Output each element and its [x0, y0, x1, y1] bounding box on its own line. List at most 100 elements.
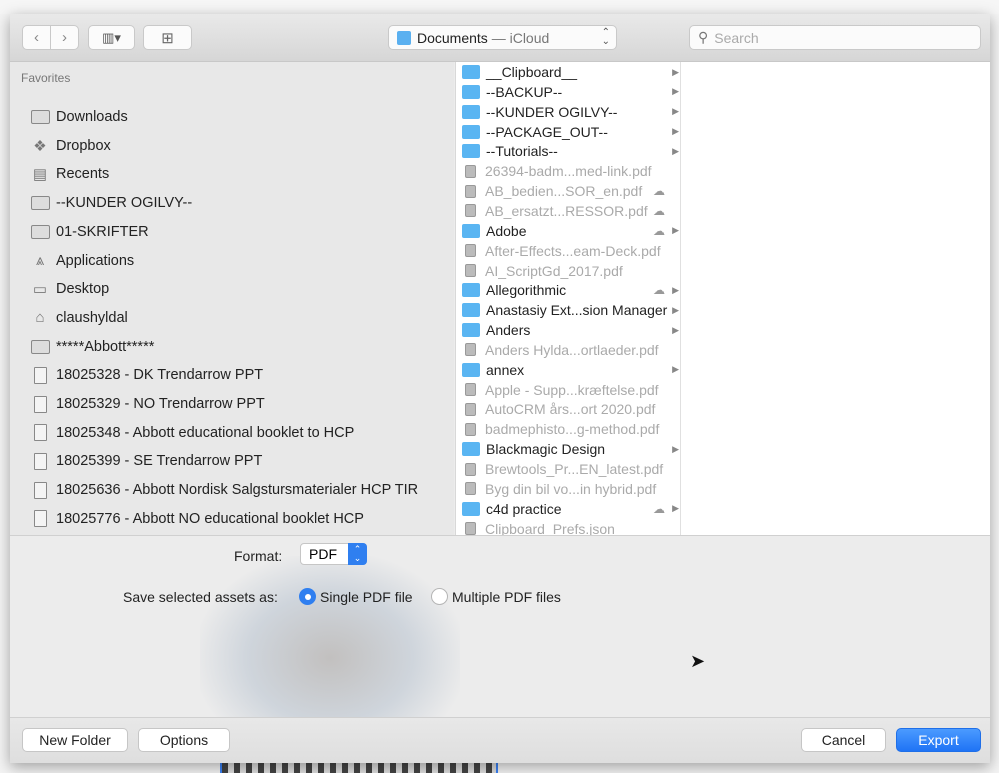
folder-icon	[462, 501, 480, 516]
document-icon	[465, 522, 476, 535]
recents-icon: ▤	[32, 166, 48, 184]
sidebar-item-label: Applications	[56, 252, 135, 269]
disclosure-arrow-icon: ▶	[672, 284, 679, 295]
new-folder-icon: ⊞	[161, 29, 174, 47]
file-row[interactable]: Brewtools_Pr...EN_latest.pdf	[456, 459, 680, 479]
document-icon	[465, 184, 476, 198]
icloud-folder-icon	[397, 30, 411, 45]
view-mode-button[interactable]: ▥▾	[88, 25, 135, 50]
file-row[interactable]: AutoCRM års...ort 2020.pdf	[456, 399, 680, 419]
sidebar-item[interactable]: 01-SKRIFTER	[30, 219, 149, 245]
item-name: __Clipboard__	[486, 64, 578, 80]
sidebar-item-label: 18025399 - SE Trendarrow PPT	[56, 453, 263, 470]
sidebar-item[interactable]: ❖ Dropbox	[30, 133, 111, 159]
sidebar-item[interactable]: 18025329 - NO Trendarrow PPT	[30, 391, 265, 417]
folder-icon	[462, 223, 480, 238]
new-folder-button[interactable]: New Folder	[22, 728, 128, 752]
folder-icon	[462, 124, 480, 139]
folder-row[interactable]: --KUNDER OGILVY-- ▶	[456, 102, 680, 122]
folder-row[interactable]: __Clipboard__ ▶	[456, 62, 680, 82]
item-name: 26394-badm...med-link.pdf	[485, 163, 652, 180]
new-folder-toolbar-button[interactable]: ⊞	[143, 25, 192, 50]
item-name: Clipboard_Prefs.json	[485, 520, 615, 535]
item-name: Byg din bil vo...in hybrid.pdf	[485, 480, 657, 497]
background-image-strip	[220, 763, 498, 773]
folder-row[interactable]: --Tutorials-- ▶	[456, 141, 680, 161]
cloud-download-icon[interactable]: ☁	[653, 502, 665, 516]
desktop-icon: ▭	[32, 281, 48, 299]
folder-row[interactable]: Blackmagic Design ▶	[456, 439, 680, 459]
folder-row[interactable]: Anders ▶	[456, 320, 680, 340]
document-icon	[30, 452, 50, 470]
single-pdf-radio[interactable]: Single PDF file	[299, 588, 413, 605]
back-button[interactable]: ‹	[22, 25, 51, 50]
location-popup[interactable]: Documents — iCloud ⌃ ⌄	[388, 25, 617, 50]
file-row[interactable]: After-Effects...eam-Deck.pdf	[456, 241, 680, 261]
sidebar-item[interactable]: 18025348 - Abbott educational booklet to…	[30, 420, 354, 446]
folder-icon	[30, 195, 50, 211]
cloud-download-icon[interactable]: ☁	[653, 204, 665, 218]
sidebar-item[interactable]: --KUNDER OGILVY--	[30, 190, 192, 216]
sidebar-item[interactable]: ▭ Desktop	[30, 276, 109, 302]
file-row[interactable]: badmephisto...g-method.pdf	[456, 419, 680, 439]
sidebar: Favorites Downloads ❖ Dropbox ▤ Recents --KUN…	[10, 62, 454, 535]
forward-button[interactable]: ›	[50, 25, 79, 50]
export-button[interactable]: Export	[896, 728, 981, 752]
applications-icon: ⩓	[35, 252, 45, 269]
folder-row[interactable]: Anastasiy Ext...sion Manager ▶	[456, 300, 680, 320]
file-row[interactable]: Clipboard_Prefs.json	[456, 519, 680, 535]
document-icon	[465, 422, 476, 436]
dropbox-icon: ❖	[33, 137, 47, 155]
disclosure-arrow-icon: ▶	[672, 503, 679, 514]
file-row[interactable]: AI_ScriptGd_2017.pdf	[456, 261, 680, 281]
file-row[interactable]: AB_ersatzt...RESSOR.pdf ☁	[456, 201, 680, 221]
sidebar-item-label: 01-SKRIFTER	[56, 223, 149, 240]
location-sub: — iCloud	[491, 29, 550, 46]
document-icon	[465, 244, 476, 258]
sidebar-item[interactable]: ⩓ Applications	[30, 248, 134, 274]
document-icon	[465, 402, 476, 416]
empty-column[interactable]	[680, 62, 990, 535]
cloud-download-icon[interactable]: ☁	[653, 283, 665, 297]
sidebar-item[interactable]: *****Abbott*****	[30, 334, 154, 360]
item-name: AutoCRM års...ort 2020.pdf	[485, 401, 656, 418]
background-window	[0, 0, 999, 14]
disclosure-arrow-icon: ▶	[672, 304, 679, 315]
item-name: AB_bedien...SOR_en.pdf	[485, 183, 643, 200]
sidebar-item[interactable]: 18025328 - DK Trendarrow PPT	[30, 362, 263, 388]
cancel-button[interactable]: Cancel	[801, 728, 886, 752]
folder-row[interactable]: Adobe ☁ ▶	[456, 221, 680, 241]
file-row[interactable]: Anders Hylda...ortlaeder.pdf	[456, 340, 680, 360]
sidebar-item[interactable]: 18025399 - SE Trendarrow PPT	[30, 448, 262, 474]
mouse-cursor-icon: ➤	[690, 651, 706, 671]
format-select[interactable]: PDF ⌃ ⌄	[300, 543, 367, 565]
folder-icon	[30, 339, 50, 355]
sidebar-item[interactable]: 18025776 - Abbott NO educational booklet…	[30, 506, 364, 532]
folder-row[interactable]: --PACKAGE_OUT-- ▶	[456, 122, 680, 142]
folder-row[interactable]: annex ▶	[456, 360, 680, 380]
file-row[interactable]: AB_bedien...SOR_en.pdf ☁	[456, 181, 680, 201]
folder-row[interactable]: Allegorithmic ☁ ▶	[456, 280, 680, 300]
cloud-download-icon[interactable]: ☁	[653, 184, 665, 198]
file-row[interactable]: Byg din bil vo...in hybrid.pdf	[456, 479, 680, 499]
sidebar-item-label: 18025328 - DK Trendarrow PPT	[56, 367, 264, 384]
options-button[interactable]: Options	[138, 728, 230, 752]
sidebar-item[interactable]: 18025636 - Abbott Nordisk Salgstursmater…	[30, 477, 418, 503]
item-name: Anders Hylda...ortlaeder.pdf	[485, 341, 659, 358]
cloud-download-icon[interactable]: ☁	[653, 224, 665, 238]
sidebar-item-label: Recents	[56, 166, 110, 183]
sidebar-heading: Favorites	[21, 71, 71, 85]
file-row[interactable]: Apple - Supp...kræftelse.pdf	[456, 380, 680, 400]
file-row[interactable]: 26394-badm...med-link.pdf	[456, 161, 680, 181]
search-input[interactable]: ⚲ Search	[689, 25, 981, 50]
sidebar-item[interactable]: Downloads	[30, 104, 128, 130]
file-column[interactable]: __Clipboard__ ▶ --BACKUP-- ▶ --KUNDER OGILVY…	[455, 62, 680, 535]
sidebar-item[interactable]: ▤ Recents	[30, 161, 109, 187]
folder-row[interactable]: c4d practice ☁ ▶	[456, 499, 680, 519]
folder-row[interactable]: --BACKUP-- ▶	[456, 82, 680, 102]
sidebar-item[interactable]: ⌂ claushyldal	[30, 305, 127, 331]
document-icon	[465, 383, 476, 397]
multiple-pdf-radio[interactable]: Multiple PDF files	[431, 588, 561, 605]
search-placeholder: Search	[714, 29, 759, 46]
document-icon	[465, 343, 476, 357]
